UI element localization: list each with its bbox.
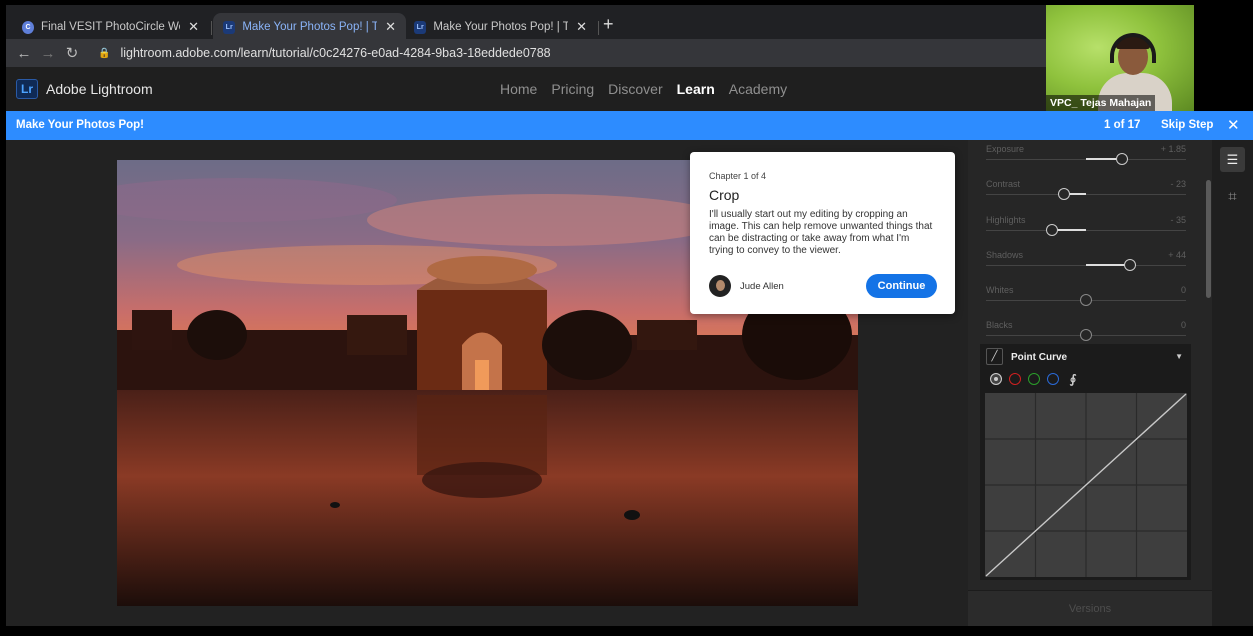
close-icon[interactable]: ✕ — [576, 19, 587, 35]
slider-track[interactable] — [986, 194, 1186, 195]
lock-icon: 🔒 — [98, 47, 111, 59]
tutorial-bar: Make Your Photos Pop! 1 of 17 Skip Step … — [6, 111, 1253, 140]
browser-tab-strip: C Final VESIT PhotoCircle Worksho ✕ Lr M… — [6, 5, 1046, 41]
tutorial-card: Chapter 1 of 4 Crop I'll usually start o… — [690, 152, 955, 314]
slider-label: Shadows — [986, 250, 1024, 260]
chrome-icon: C — [22, 20, 35, 34]
slider-label: Contrast — [986, 179, 1021, 189]
card-body: I'll usually start out my editing by cro… — [709, 209, 933, 256]
browser-tab-1[interactable]: C Final VESIT PhotoCircle Worksho ✕ — [12, 13, 209, 41]
tab-separator — [598, 21, 599, 35]
red-channel-button[interactable] — [1009, 373, 1021, 385]
url-text: lightroom.adobe.com/learn/tutorial/c0c24… — [120, 46, 551, 60]
nav-home[interactable]: Home — [500, 81, 537, 97]
crop-icon[interactable]: ⌗ — [1220, 184, 1245, 209]
main-nav: Home Pricing Discover Learn Academy — [500, 81, 787, 97]
point-curve-title: Point Curve — [1011, 352, 1068, 363]
slider-value: - 23 — [1170, 179, 1186, 189]
url-field[interactable]: 🔒 lightroom.adobe.com/learn/tutorial/c0c… — [98, 46, 551, 60]
slider-value: 0 — [1180, 285, 1186, 295]
lightroom-logo[interactable]: Lr — [16, 79, 38, 99]
slider-highlights[interactable]: Highlights - 35 — [986, 211, 1186, 246]
slider-knob[interactable] — [1058, 188, 1070, 200]
curve-icon[interactable]: ╱ — [986, 348, 1003, 365]
target-adjust-icon[interactable]: ∮ — [1066, 373, 1080, 385]
slider-knob[interactable] — [1080, 329, 1092, 341]
tab-title: Final VESIT PhotoCircle Worksho — [41, 21, 180, 33]
back-icon[interactable]: ← — [12, 45, 36, 62]
slider-value: 0 — [1180, 320, 1186, 330]
card-title: Crop — [709, 187, 740, 203]
browser-tab-2[interactable]: Lr Make Your Photos Pop! | Tutorial ✕ — [213, 13, 406, 41]
nav-pricing[interactable]: Pricing — [551, 81, 594, 97]
green-channel-button[interactable] — [1028, 373, 1040, 385]
nav-learn[interactable]: Learn — [677, 81, 715, 97]
browser-tab-3[interactable]: Lr Make Your Photos Pop! | Tutorial ✕ — [404, 13, 597, 41]
slider-knob[interactable] — [1124, 259, 1136, 271]
lightroom-icon: Lr — [414, 20, 427, 34]
slider-knob[interactable] — [1046, 224, 1058, 236]
address-bar: ← → ↻ 🔒 lightroom.adobe.com/learn/tutori… — [6, 39, 1046, 67]
participant-name: VPC_ Tejas Mahajan — [1046, 95, 1156, 111]
nav-academy[interactable]: Academy — [729, 81, 787, 97]
slider-value: + 1.85 — [1160, 144, 1186, 154]
slider-value: - 35 — [1170, 215, 1186, 225]
tab-title: Make Your Photos Pop! | Tutorial — [242, 21, 378, 33]
slider-label: Exposure — [986, 144, 1025, 154]
reload-icon[interactable]: ↻ — [60, 44, 84, 62]
slider-label: Blacks — [986, 320, 1013, 330]
channel-selector: ∮ — [990, 373, 1080, 385]
chapter-label: Chapter 1 of 4 — [709, 171, 767, 181]
bottom-strip — [0, 626, 1253, 636]
panel-scrollbar[interactable] — [1206, 180, 1211, 298]
slider-exposure[interactable]: Exposure + 1.85 — [986, 140, 1186, 175]
blue-channel-button[interactable] — [1047, 373, 1059, 385]
slider-value: + 44 — [1168, 250, 1186, 260]
slider-shadows[interactable]: Shadows + 44 — [986, 246, 1186, 281]
point-curve-panel: ╱ Point Curve ▼ ∮ — [980, 344, 1191, 580]
continue-button[interactable]: Continue — [866, 274, 937, 298]
edit-sliders-icon[interactable]: ☰ — [1220, 147, 1245, 172]
app-name: Adobe Lightroom — [46, 81, 153, 97]
curve-grid[interactable] — [985, 393, 1187, 577]
skip-step-button[interactable]: Skip Step — [1161, 119, 1213, 131]
author-name: Jude Allen — [740, 281, 784, 292]
forward-icon[interactable]: → — [36, 45, 60, 62]
chevron-down-icon[interactable]: ▼ — [1175, 352, 1183, 361]
slider-whites[interactable]: Whites 0 — [986, 281, 1186, 316]
slider-track[interactable] — [986, 230, 1186, 231]
slider-label: Highlights — [986, 215, 1026, 225]
step-counter: 1 of 17 — [1104, 119, 1141, 131]
headset-icon — [1110, 33, 1156, 63]
tab-title: Make Your Photos Pop! | Tutorial — [433, 21, 569, 33]
slider-label: Whites — [986, 285, 1014, 295]
tutorial-title: Make Your Photos Pop! — [16, 119, 145, 131]
versions-button[interactable]: Versions — [968, 590, 1212, 626]
close-icon[interactable]: ✕ — [188, 19, 199, 35]
new-tab-button[interactable]: + — [603, 14, 614, 35]
close-icon[interactable]: ✕ — [385, 19, 396, 35]
slider-knob[interactable] — [1080, 294, 1092, 306]
tab-separator — [211, 21, 212, 35]
slider-contrast[interactable]: Contrast - 23 — [986, 175, 1186, 210]
webcam-overlay: VPC_ Tejas Mahajan — [1046, 5, 1194, 111]
lightroom-header: Lr Adobe Lightroom Home Pricing Discover… — [6, 67, 1046, 111]
white-channel-button[interactable] — [990, 373, 1002, 385]
nav-discover[interactable]: Discover — [608, 81, 662, 97]
close-tutorial-button[interactable]: ✕ — [1227, 116, 1240, 134]
lightroom-icon: Lr — [223, 20, 236, 34]
slider-knob[interactable] — [1116, 153, 1128, 165]
tool-strip: ☰ ⌗ — [1212, 140, 1253, 626]
author-avatar — [709, 275, 731, 297]
